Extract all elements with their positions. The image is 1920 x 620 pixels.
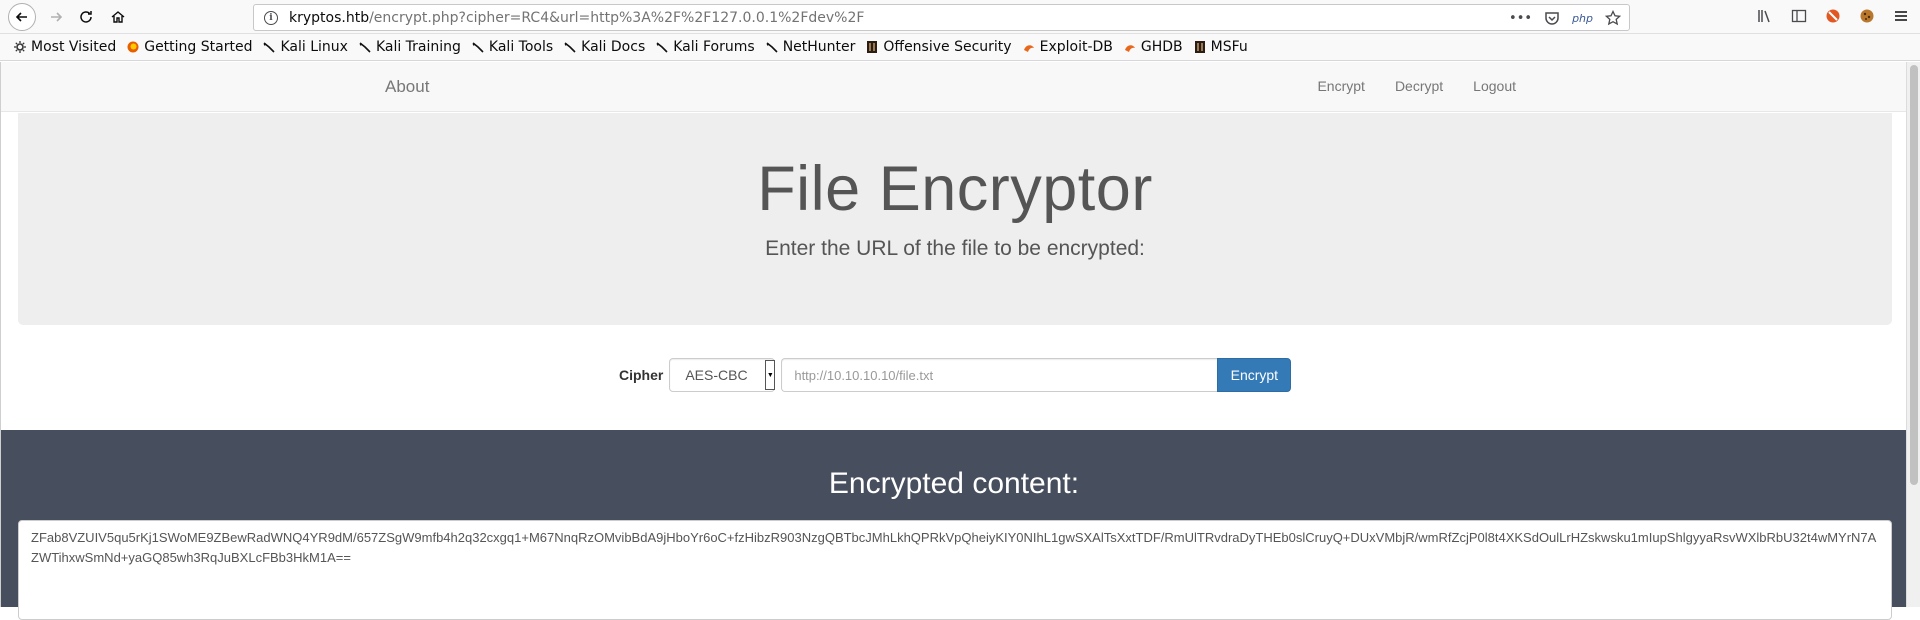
nav-links: Encrypt Decrypt Logout <box>1317 78 1516 94</box>
cipher-selected-value: AES-CBC <box>685 367 748 383</box>
kali-dragon-icon <box>656 42 668 53</box>
menu-icon[interactable] <box>1892 7 1910 25</box>
cookie-icon[interactable] <box>1858 7 1876 25</box>
kali-dragon-icon <box>564 42 576 53</box>
cipher-select[interactable]: AES-CBC ▼ <box>669 358 776 392</box>
home-icon <box>111 11 125 23</box>
bookmark-label: Kali Forums <box>673 39 755 55</box>
bookmark-label: GHDB <box>1140 39 1183 55</box>
firefox-icon <box>127 41 139 53</box>
bookmarks-toolbar: Most Visited Getting Started Kali Linux … <box>0 34 1920 61</box>
arrow-right-icon <box>51 12 63 22</box>
page-content: About Encrypt Decrypt Logout File Encryp… <box>0 62 1907 620</box>
page-scrollbar[interactable] <box>1906 62 1920 607</box>
bookmark-offensive-security[interactable]: Offensive Security <box>866 39 1012 55</box>
more-actions-icon[interactable]: ••• <box>1509 11 1532 26</box>
bookmark-msfu[interactable]: MSFu <box>1194 39 1248 55</box>
noscript-icon[interactable] <box>1824 7 1842 25</box>
scrollbar-thumb[interactable] <box>1910 65 1918 485</box>
bookmark-nethunter[interactable]: NetHunter <box>766 39 856 55</box>
nav-decrypt-link[interactable]: Decrypt <box>1395 78 1443 94</box>
bookmark-label: Getting Started <box>144 39 253 55</box>
reload-icon <box>80 11 92 23</box>
cipher-label: Cipher <box>619 367 664 383</box>
reload-button[interactable] <box>72 3 100 31</box>
site-navbar: About Encrypt Decrypt Logout <box>1 62 1906 112</box>
bookmark-most-visited[interactable]: Most Visited <box>14 39 116 55</box>
back-button[interactable] <box>8 3 36 31</box>
kali-dragon-icon <box>263 42 276 53</box>
bookmark-label: NetHunter <box>782 39 856 55</box>
page-subtitle: Enter the URL of the file to be encrypte… <box>765 237 1145 260</box>
home-button[interactable] <box>104 3 132 31</box>
bookmark-getting-started[interactable]: Getting Started <box>127 39 252 55</box>
nav-about-link[interactable]: About <box>385 77 429 97</box>
bookmark-label: Kali Docs <box>581 39 646 55</box>
exploitdb-icon <box>1124 45 1135 52</box>
bookmark-kali-forums[interactable]: Kali Forums <box>656 39 755 55</box>
kali-dragon-icon <box>472 42 484 53</box>
pocket-icon[interactable] <box>1544 10 1560 26</box>
bookmark-kali-training[interactable]: Kali Training <box>359 39 461 55</box>
browser-toolbar: i kryptos.htb/encrypt.php?cipher=RC4&url… <box>0 0 1920 34</box>
library-icon[interactable] <box>1756 7 1774 25</box>
page-title: File Encryptor <box>757 154 1153 224</box>
chevron-down-icon[interactable]: ▼ <box>765 360 776 390</box>
php-extension-icon[interactable]: php <box>1572 12 1593 25</box>
bookmark-label: Most Visited <box>31 39 117 55</box>
bookmark-label: Exploit-DB <box>1039 39 1113 55</box>
sidebar-icon[interactable] <box>1790 7 1808 25</box>
star-icon[interactable] <box>1605 10 1621 26</box>
kali-dragon-icon <box>766 42 778 53</box>
result-heading: Encrypted content: <box>828 467 1080 500</box>
jumbotron: File Encryptor Enter the URL of the file… <box>18 113 1892 325</box>
page-actions: ••• php <box>1509 8 1621 28</box>
browser-right-tools <box>1756 7 1910 25</box>
arrow-left-icon <box>15 12 27 22</box>
bookmark-label: Kali Training <box>375 39 461 55</box>
info-icon[interactable]: i <box>264 10 278 25</box>
encrypt-form: Cipher AES-CBC ▼ http://10.10.10.10/file… <box>619 358 1292 392</box>
bookmark-exploit-db[interactable]: Exploit-DB <box>1023 39 1113 55</box>
nav-encrypt-link[interactable]: Encrypt <box>1317 78 1364 94</box>
url-host: kryptos.htb <box>289 9 370 26</box>
forward-button[interactable] <box>42 3 70 31</box>
url-path: /encrypt.php?cipher=RC4&url=http%3A%2F%2… <box>369 9 865 26</box>
offsec-icon <box>867 41 878 53</box>
file-url-input[interactable]: http://10.10.10.10/file.txt <box>781 358 1218 392</box>
bookmark-ghdb[interactable]: GHDB <box>1124 39 1183 55</box>
nav-logout-link[interactable]: Logout <box>1473 78 1516 94</box>
bookmark-label: Offensive Security <box>883 39 1012 55</box>
offsec-icon <box>1194 41 1205 53</box>
bookmark-label: Kali Tools <box>488 39 554 55</box>
kali-dragon-icon <box>359 42 371 53</box>
exploitdb-icon <box>1023 45 1034 52</box>
encrypt-button[interactable]: Encrypt <box>1217 358 1292 392</box>
bookmark-kali-docs[interactable]: Kali Docs <box>564 39 645 55</box>
bookmark-kali-linux[interactable]: Kali Linux <box>263 39 348 55</box>
url-text[interactable]: kryptos.htb/encrypt.php?cipher=RC4&url=h… <box>289 10 864 26</box>
url-bar[interactable]: i kryptos.htb/encrypt.php?cipher=RC4&url… <box>253 4 1630 31</box>
gear-icon <box>14 41 26 53</box>
bookmark-kali-tools[interactable]: Kali Tools <box>472 39 553 55</box>
bookmark-label: MSFu <box>1210 39 1248 55</box>
bookmark-label: Kali Linux <box>280 39 348 55</box>
result-section: Encrypted content: ZFab8VZUIV5qu5rKj1SWo… <box>1 430 1907 620</box>
encrypted-content-textarea[interactable]: ZFab8VZUIV5qu5rKj1SWoME9ZBewRadWNQ4YR9dM… <box>18 520 1892 620</box>
